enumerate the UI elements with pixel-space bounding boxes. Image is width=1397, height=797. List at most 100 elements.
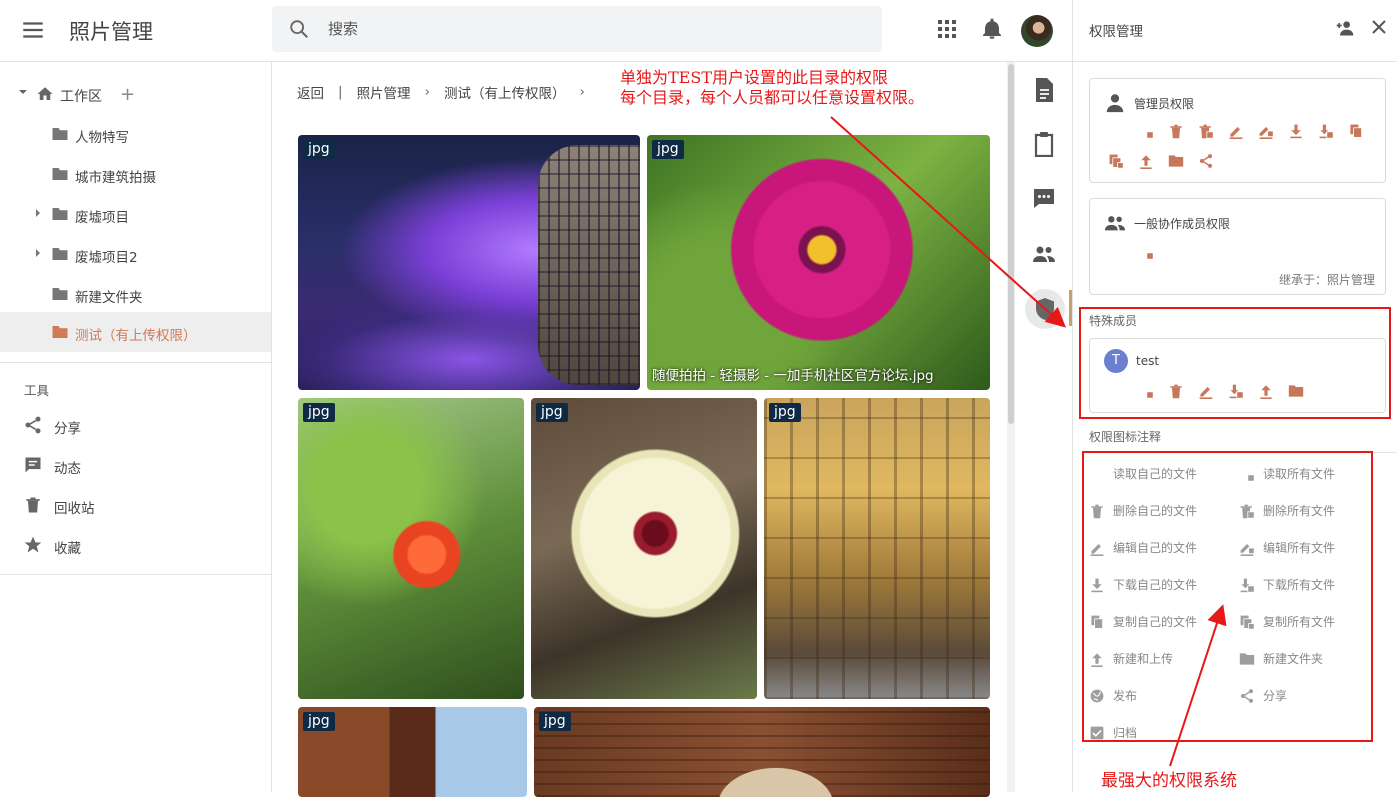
photo-card[interactable]: jpg 随便拍拍 - 轻摄影 - 一加手机社区官方论坛.jpg	[647, 135, 990, 390]
upload-icon[interactable]	[1138, 153, 1168, 183]
breadcrumb-item-root[interactable]: 照片管理	[357, 82, 411, 102]
photo-card[interactable]: jpg	[764, 398, 990, 699]
shield-icon	[1036, 298, 1054, 320]
sidebar-folder-new[interactable]: 新建文件夹	[0, 274, 271, 314]
photo-card[interactable]: jpg	[298, 135, 640, 390]
delete-icon[interactable]	[1168, 383, 1198, 413]
share-icon	[1199, 154, 1213, 168]
share-icon[interactable]	[1198, 153, 1228, 183]
folder-icon	[51, 166, 69, 182]
new-folder-icon[interactable]	[1168, 153, 1198, 183]
download-all-icon[interactable]	[1318, 123, 1348, 153]
download-icon[interactable]	[1288, 123, 1318, 153]
delete-icon[interactable]	[1168, 123, 1198, 153]
eye-all-icon[interactable]	[1138, 383, 1168, 413]
clipboard-icon[interactable]	[1032, 131, 1058, 157]
search-bar[interactable]	[272, 6, 882, 52]
add-member-icon[interactable]	[1335, 18, 1355, 38]
sidebar-folder-portrait[interactable]: 人物特写	[0, 114, 271, 154]
user-avatar[interactable]	[1021, 15, 1053, 47]
sidebar-folder-ruins-2[interactable]: 废墟项目2	[0, 234, 271, 274]
caret-right-icon[interactable]	[34, 248, 42, 258]
new-folder-icon	[1288, 385, 1304, 397]
eye-icon	[1113, 388, 1119, 394]
back-link[interactable]: 返回	[297, 82, 324, 102]
eye-icon[interactable]	[1108, 123, 1138, 153]
sidebar-divider	[0, 574, 271, 575]
legend-label: 下载自己的文件	[1113, 578, 1198, 592]
notification-bell-icon[interactable]	[980, 17, 1004, 41]
new-folder-icon[interactable]	[1288, 383, 1318, 413]
menu-icon[interactable]	[20, 17, 46, 43]
copy-icon[interactable]	[1348, 123, 1378, 153]
edit-icon[interactable]	[1228, 123, 1258, 153]
photo-card[interactable]: jpg	[298, 398, 524, 699]
folder-label: 人物特写	[75, 130, 129, 146]
breadcrumb-item-current[interactable]: 测试（有上传权限）	[444, 82, 566, 102]
sidebar-tool-share[interactable]: 分享	[0, 405, 271, 445]
members-icon[interactable]	[1032, 242, 1058, 268]
sidebar-folder-ruins[interactable]: 废墟项目	[0, 194, 271, 234]
copy-icon	[1350, 124, 1362, 138]
caret-right-icon[interactable]	[34, 208, 42, 218]
apps-grid-icon[interactable]	[935, 17, 959, 41]
eye-all-icon	[1143, 128, 1154, 139]
photo-card[interactable]: jpg	[298, 707, 527, 797]
panel-title: 权限管理	[1089, 24, 1143, 40]
file-type-badge: jpg	[303, 140, 335, 159]
tool-label: 回收站	[54, 501, 95, 517]
workspace-label: 工作区	[60, 89, 102, 105]
workspace-root[interactable]: 工作区 +	[0, 74, 271, 114]
folder-icon	[51, 126, 69, 142]
trash-icon	[23, 495, 43, 515]
sidebar-folder-architecture[interactable]: 城市建筑拍摄	[0, 154, 271, 194]
member-permission-card: 一般协作成员权限 继承于：照片管理	[1089, 198, 1386, 295]
photo-card[interactable]: jpg	[531, 398, 757, 699]
legend-item: 编辑所有文件	[1239, 539, 1335, 556]
legend-label: 删除所有文件	[1263, 504, 1336, 518]
sidebar-folder-test[interactable]: 测试（有上传权限）	[0, 312, 271, 352]
document-icon[interactable]	[1032, 77, 1058, 103]
annotation-top: 单独为TEST用户设置的此目录的权限 每个目录，每个人员都可以任意设置权限。	[620, 68, 924, 108]
search-input[interactable]	[328, 16, 848, 42]
eye-icon	[1094, 471, 1100, 476]
eye-icon[interactable]	[1108, 244, 1138, 274]
download-all-icon[interactable]	[1228, 383, 1258, 413]
add-folder-icon[interactable]: +	[120, 84, 135, 105]
group-icon	[1104, 212, 1126, 234]
copy-all-icon[interactable]	[1108, 153, 1138, 183]
star-icon	[23, 535, 43, 555]
legend-item: 读取自己的文件	[1089, 465, 1197, 482]
delete-all-icon	[1240, 504, 1255, 519]
comment-icon[interactable]	[1032, 186, 1058, 212]
permissions-tab-active[interactable]	[1025, 289, 1065, 329]
close-icon[interactable]	[1371, 19, 1387, 35]
eye-icon[interactable]	[1108, 383, 1138, 413]
legend-label: 新建文件夹	[1263, 652, 1324, 666]
caret-down-icon[interactable]	[18, 87, 28, 97]
edit-icon[interactable]	[1198, 383, 1228, 413]
sidebar-tool-activity[interactable]: 动态	[0, 445, 271, 485]
scrollbar-thumb[interactable]	[1008, 64, 1014, 424]
sidebar-tool-trash[interactable]: 回收站	[0, 485, 271, 525]
folder-label: 城市建筑拍摄	[75, 170, 156, 186]
upload-icon[interactable]	[1258, 383, 1288, 413]
download-all-icon	[1240, 578, 1255, 593]
photo-detail	[538, 145, 640, 385]
sidebar-tool-favorites[interactable]: 收藏	[0, 525, 271, 565]
delete-all-icon[interactable]	[1198, 123, 1228, 153]
tool-label: 动态	[54, 461, 81, 477]
right-icon-rail	[1016, 62, 1072, 792]
tool-label: 分享	[54, 421, 81, 437]
eye-all-icon[interactable]	[1138, 123, 1168, 153]
archive-icon	[1090, 726, 1104, 739]
sidebar: 工作区 + 人物特写 城市建筑拍摄 废墟项目 废墟项目2 新建文件夹 测试（有上…	[0, 62, 272, 792]
eye-all-icon[interactable]	[1138, 244, 1168, 274]
legend-item: 新建文件夹	[1239, 650, 1323, 667]
special-member-card[interactable]: T test	[1089, 338, 1386, 413]
file-type-badge: jpg	[536, 403, 568, 422]
edit-all-icon[interactable]	[1258, 123, 1288, 153]
folder-label: 新建文件夹	[75, 290, 143, 306]
photo-card[interactable]: jpg	[534, 707, 990, 797]
new-folder-icon	[1239, 652, 1255, 665]
